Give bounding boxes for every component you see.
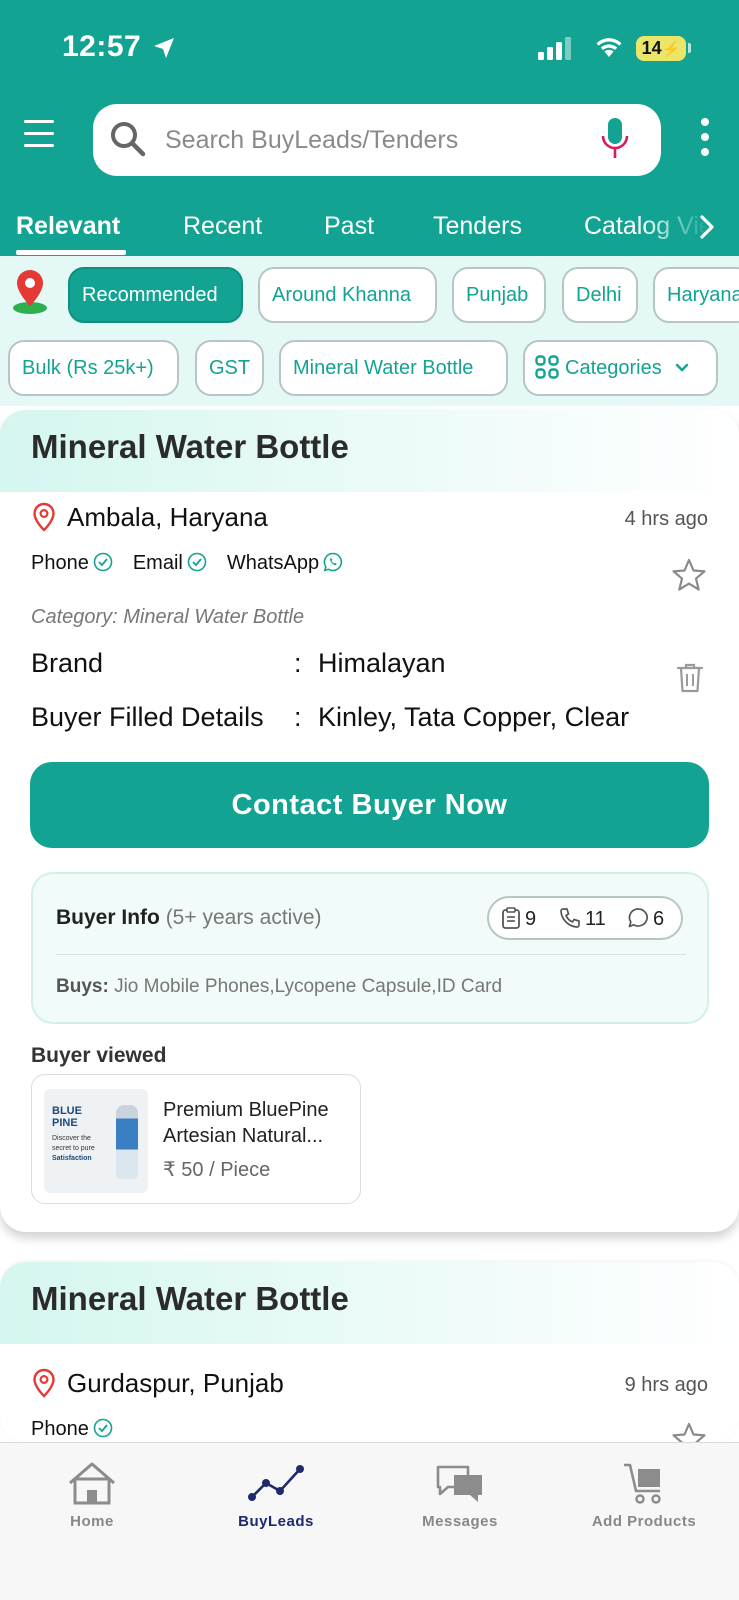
star-icon[interactable] xyxy=(671,558,707,592)
location-pin-icon[interactable] xyxy=(8,266,52,316)
lead-card[interactable]: Mineral Water Bottle Ambala, Haryana 4 h… xyxy=(0,410,739,1232)
product-thumb-brand: BLUE PINE xyxy=(52,1105,82,1129)
active-tab-indicator xyxy=(16,250,126,255)
bottom-navigation: Home BuyLeads Messages Add Products xyxy=(0,1442,739,1600)
viewed-product-card[interactable]: BLUE PINE Discover the secret to pure Sa… xyxy=(31,1074,361,1204)
nav-home-label: Home xyxy=(70,1513,114,1530)
phone-label: Phone xyxy=(31,1418,89,1440)
product-thumb-line: Discover the xyxy=(52,1135,91,1142)
lead-title: Mineral Water Bottle xyxy=(31,1280,349,1317)
tab-recent[interactable]: Recent xyxy=(183,212,262,241)
chip-gst[interactable]: GST xyxy=(195,340,264,396)
trash-icon[interactable] xyxy=(676,662,704,694)
buyer-info-subtitle: (5+ years active) xyxy=(165,906,322,929)
contact-methods: Phone xyxy=(31,1418,133,1441)
location-pin-icon xyxy=(33,502,55,532)
verified-check-icon xyxy=(187,552,207,572)
bottle-image xyxy=(116,1105,138,1179)
product-thumb-line: Satisfaction xyxy=(52,1155,92,1162)
buys-label: Buys: xyxy=(56,976,109,997)
cart-icon xyxy=(624,1463,661,1504)
nav-add-products-label: Add Products xyxy=(591,1513,697,1530)
battery-level: 14 xyxy=(641,38,662,58)
tab-past[interactable]: Past xyxy=(324,212,374,241)
nav-add-products[interactable]: Add Products xyxy=(552,1443,736,1563)
tab-relevant[interactable]: Relevant xyxy=(16,212,120,241)
nav-home[interactable]: Home xyxy=(0,1443,184,1563)
status-time: 12:57 xyxy=(62,30,142,63)
lead-time-ago: 4 hrs ago xyxy=(624,508,708,530)
menu-button[interactable] xyxy=(24,120,60,152)
lead-location: Ambala, Haryana xyxy=(67,502,268,532)
product-name: Premium BluePine Artesian Natural... xyxy=(163,1099,329,1147)
chip-mineral-water-bottle[interactable]: Mineral Water Bottle xyxy=(279,340,508,396)
chevron-down-icon xyxy=(676,363,689,372)
nav-messages-label: Messages xyxy=(422,1513,498,1530)
lead-card[interactable]: Mineral Water Bottle Gurdaspur, Punjab 9… xyxy=(0,1262,739,1442)
whatsapp-label: WhatsApp xyxy=(226,552,320,574)
product-thumbnail: BLUE PINE Discover the secret to pure Sa… xyxy=(44,1089,148,1193)
location-arrow-icon xyxy=(154,38,174,58)
search-input[interactable]: Search BuyLeads/Tenders xyxy=(165,126,458,155)
detail-value-brand: Himalayan xyxy=(318,648,446,678)
app-header: 12:57 14⚡ Search BuyLeads/Tenders Releva… xyxy=(0,0,739,256)
filter-bar: Recommended Around Khanna Punjab Delhi H… xyxy=(0,256,739,406)
nav-messages[interactable]: Messages xyxy=(368,1443,552,1563)
home-icon xyxy=(69,1462,115,1505)
messages-icon xyxy=(436,1465,482,1502)
lead-tabs: Relevant Recent Past Tenders Catalog Vie… xyxy=(0,208,739,256)
chevron-right-icon[interactable] xyxy=(698,214,716,240)
buyer-viewed-label: Buyer viewed xyxy=(31,1044,167,1067)
buyleads-graph-icon xyxy=(248,1465,304,1501)
chip-delhi[interactable]: Delhi xyxy=(562,267,638,323)
more-options-button[interactable] xyxy=(696,118,714,158)
buyer-stats-badge: 9 11 6 xyxy=(487,896,683,940)
search-icon xyxy=(111,122,146,157)
location-pin-icon xyxy=(33,1368,55,1398)
categories-dropdown[interactable]: Categories xyxy=(523,340,718,396)
tab-tenders[interactable]: Tenders xyxy=(433,212,522,241)
buyer-info-title: Buyer Info xyxy=(56,906,160,929)
chip-bulk[interactable]: Bulk (Rs 25k+) xyxy=(8,340,179,396)
detail-value-buyer-details: Kinley, Tata Copper, Clear xyxy=(318,702,630,732)
requirements-count: 9 xyxy=(525,908,537,930)
nav-buyleads-label: BuyLeads xyxy=(238,1513,314,1530)
messages-count: 6 xyxy=(653,908,665,930)
chip-recommended[interactable]: Recommended xyxy=(68,267,243,323)
detail-label-brand: Brand xyxy=(31,648,104,678)
lead-category: Category: Mineral Water Bottle xyxy=(31,606,305,628)
phone-icon xyxy=(560,908,580,928)
grid-icon xyxy=(535,355,559,379)
clipboard-icon xyxy=(502,907,520,929)
mic-icon[interactable] xyxy=(601,116,629,162)
wifi-icon xyxy=(596,38,622,57)
chip-around-khanna[interactable]: Around Khanna xyxy=(258,267,437,323)
lead-location: Gurdaspur, Punjab xyxy=(67,1368,284,1398)
chip-haryana[interactable]: Haryana xyxy=(653,267,739,323)
buyer-info-panel[interactable]: Buyer Info (5+ years active) 9 11 6 Buys… xyxy=(31,872,709,1024)
verified-check-icon xyxy=(93,1418,113,1438)
lead-time-ago: 9 hrs ago xyxy=(624,1374,708,1396)
chat-bubble-icon xyxy=(628,908,648,928)
star-icon[interactable] xyxy=(671,1422,707,1442)
product-thumb-line: secret to pure xyxy=(52,1145,95,1152)
whatsapp-icon xyxy=(323,552,343,572)
detail-label-buyer-details: Buyer Filled Details xyxy=(31,702,264,732)
email-label: Email xyxy=(132,552,183,574)
chip-punjab[interactable]: Punjab xyxy=(452,267,546,323)
nav-buyleads[interactable]: BuyLeads xyxy=(184,1443,368,1563)
search-bar[interactable]: Search BuyLeads/Tenders xyxy=(93,104,661,176)
signal-icon xyxy=(538,37,571,60)
product-price: ₹ 50 / Piece xyxy=(163,1159,271,1181)
battery-charging-icon: 14⚡ xyxy=(636,36,686,61)
lead-title: Mineral Water Bottle xyxy=(31,428,349,465)
phone-label: Phone xyxy=(31,552,89,574)
buys-list: Jio Mobile Phones,Lycopene Capsule,ID Ca… xyxy=(114,976,503,997)
contact-methods: Phone Email WhatsApp xyxy=(31,552,363,575)
verified-check-icon xyxy=(93,552,113,572)
calls-count: 11 xyxy=(585,908,606,930)
categories-label: Categories xyxy=(565,357,662,379)
contact-buyer-button[interactable]: Contact Buyer Now xyxy=(30,762,709,848)
